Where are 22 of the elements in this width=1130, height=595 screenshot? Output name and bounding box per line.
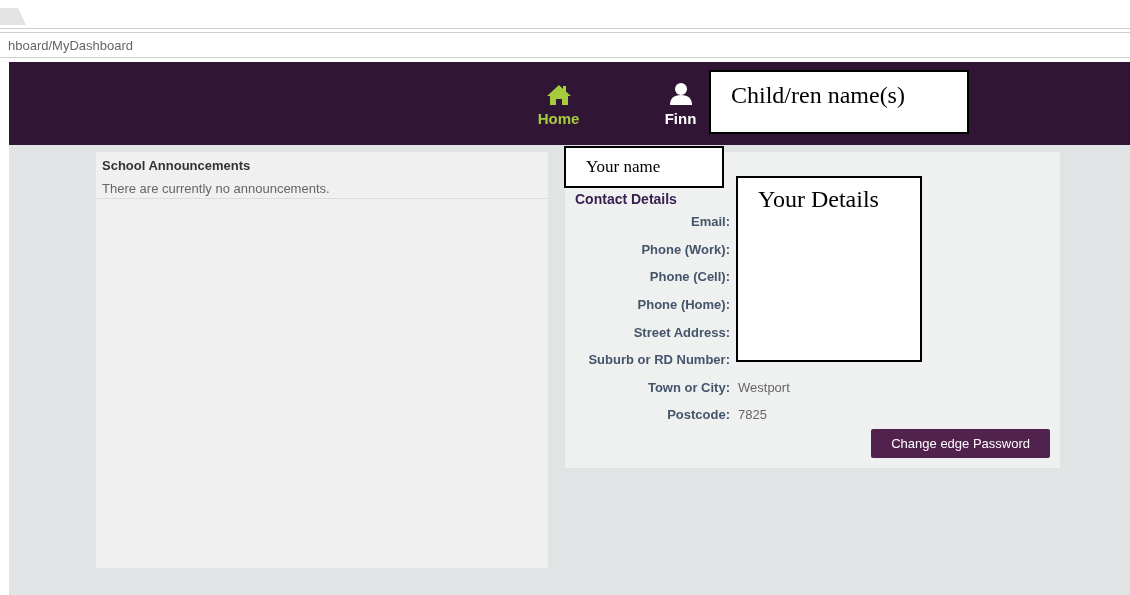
field-label: Suburb or RD Number: (587, 352, 730, 368)
section-heading: Contact Details (575, 191, 677, 207)
field-label: Email: (690, 214, 730, 230)
nav-item[interactable]: Home (526, 62, 591, 145)
announcement-message: There are currently no announcements. (96, 181, 548, 199)
person-icon (668, 82, 693, 106)
field-label: Phone (Work): (640, 241, 730, 257)
address-text: hboard/MyDashboard (7, 37, 134, 53)
home-icon (545, 84, 572, 106)
annotation-callout: Your name (564, 146, 724, 188)
browser-tab[interactable] (0, 8, 26, 25)
field-value: Westport (738, 379, 790, 395)
change-password-button[interactable]: Change edge Password (871, 428, 1050, 458)
annotation-callout: Child/ren name(s) (709, 70, 969, 134)
field-label: Street Address: (632, 324, 730, 340)
field-label: Town or City: (646, 379, 730, 395)
panel-title: School Announcements (101, 157, 252, 175)
field-value: 7825 (738, 407, 767, 423)
annotation-callout: Your Details (736, 176, 922, 362)
field-label: Phone (Home): (636, 297, 730, 313)
field-label: Postcode: (666, 407, 730, 423)
field-label: Phone (Cell): (648, 269, 730, 285)
